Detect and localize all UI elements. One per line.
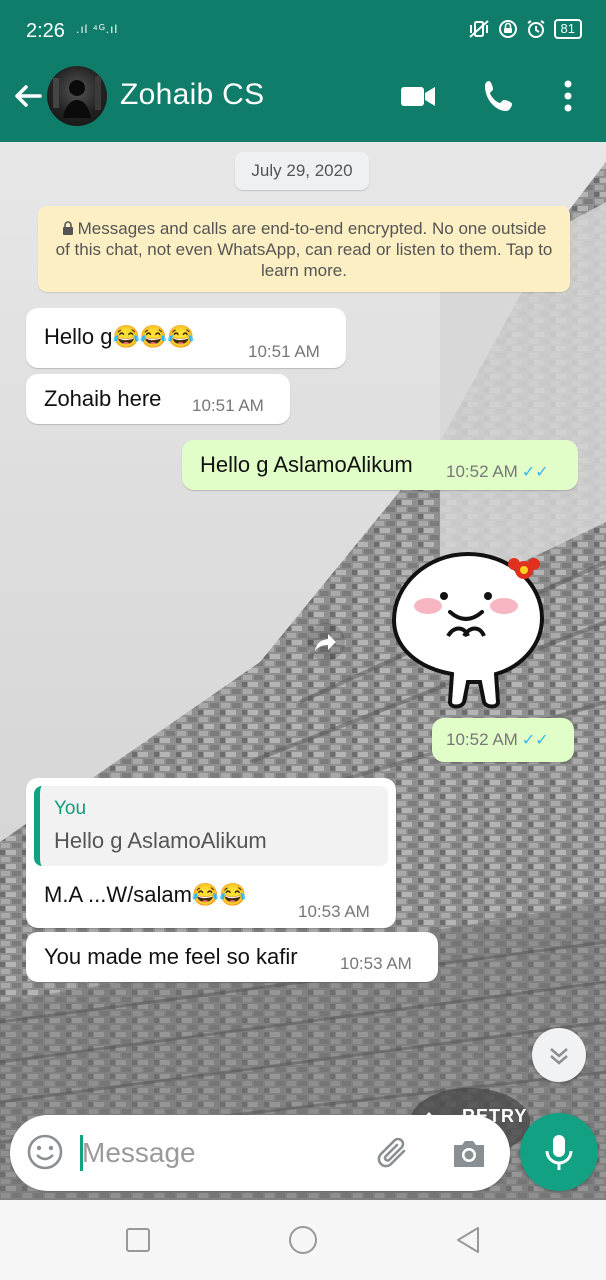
nav-back-icon[interactable] — [452, 1224, 484, 1256]
read-ticks-icon: ✓✓ — [521, 732, 549, 749]
message-time: 10:51 AM — [248, 342, 320, 361]
emoji-icon[interactable] — [26, 1133, 64, 1171]
status-time: 2:26 — [26, 20, 65, 42]
message-text: Hello g AslamoAlikum — [200, 452, 413, 477]
message-bubble-outgoing[interactable]: Hello g AslamoAlikum 10:52 AM ✓✓ — [182, 440, 578, 490]
contact-avatar[interactable] — [47, 66, 107, 126]
chat-header: Zohaib CS — [0, 58, 606, 142]
mic-icon — [545, 1135, 573, 1170]
message-bubble-incoming[interactable]: Hello g😂😂😂 10:51 AM — [26, 308, 346, 368]
contact-name[interactable]: Zohaib CS — [120, 78, 264, 112]
message-bubble-incoming[interactable]: You made me feel so kafir 10:53 AM — [26, 932, 438, 982]
status-bar: 2:26 .ıl ⁴ᴳ.ıl 81 — [0, 0, 606, 58]
encryption-notice-text: Messages and calls are end-to-end encryp… — [55, 219, 553, 280]
message-text: Zohaib here — [44, 386, 162, 411]
message-composer[interactable]: Message — [10, 1115, 510, 1191]
message-time-text: 10:52 AM — [446, 462, 518, 481]
video-call-icon[interactable] — [398, 76, 438, 116]
message-time: 10:52 AM ✓✓ — [446, 730, 549, 750]
quoted-message[interactable]: You Hello g AslamoAlikum — [34, 786, 388, 866]
back-arrow-icon[interactable] — [12, 80, 44, 112]
message-bubble-reply[interactable]: You Hello g AslamoAlikum M.A ...W/salam😂… — [26, 778, 396, 928]
message-text: You made me feel so kafir — [44, 944, 298, 969]
message-time: 10:51 AM — [192, 396, 264, 415]
message-bubble-incoming[interactable]: Zohaib here 10:51 AM — [26, 374, 290, 424]
quote-text: Hello g AslamoAlikum — [54, 828, 267, 853]
message-time-text: 10:52 AM — [446, 730, 518, 749]
message-time: 10:53 AM — [340, 954, 412, 973]
message-time: 10:52 AM ✓✓ — [446, 462, 549, 482]
message-time: 10:53 AM — [298, 902, 370, 921]
status-icons: 81 — [468, 19, 582, 39]
forward-icon[interactable] — [306, 622, 346, 662]
sticker-time-chip: 10:52 AM ✓✓ — [432, 718, 574, 762]
battery-indicator: 81 — [553, 19, 582, 39]
system-nav-bar — [0, 1200, 606, 1280]
scroll-down-button[interactable] — [532, 1028, 586, 1082]
message-input[interactable]: Message — [82, 1137, 196, 1169]
attach-icon[interactable] — [374, 1133, 414, 1173]
nav-home-icon[interactable] — [287, 1224, 319, 1256]
avatar-photo — [53, 76, 101, 118]
message-text: M.A ...W/salam😂😂 — [44, 882, 247, 907]
quote-author: You — [54, 798, 87, 819]
message-text: Hello g😂😂😂 — [44, 324, 195, 349]
signal-indicator: .ıl ⁴ᴳ.ıl — [76, 22, 119, 36]
phone-icon[interactable] — [480, 76, 520, 116]
chat-area[interactable]: July 29, 2020 Messages and calls are end… — [0, 142, 606, 1200]
lock-icon — [62, 221, 73, 235]
alarm-icon — [526, 20, 545, 38]
sticker-image[interactable] — [388, 548, 552, 712]
read-ticks-icon: ✓✓ — [521, 464, 549, 481]
camera-icon[interactable] — [450, 1135, 488, 1171]
mic-button[interactable] — [520, 1113, 598, 1191]
scroll-down-icon — [550, 1048, 568, 1065]
vibrate-icon — [468, 20, 489, 38]
more-vert-icon[interactable] — [548, 76, 588, 116]
nav-square-icon[interactable] — [122, 1224, 154, 1256]
encryption-notice[interactable]: Messages and calls are end-to-end encryp… — [38, 206, 570, 292]
dnd-icon — [498, 20, 517, 38]
date-chip: July 29, 2020 — [235, 152, 369, 190]
